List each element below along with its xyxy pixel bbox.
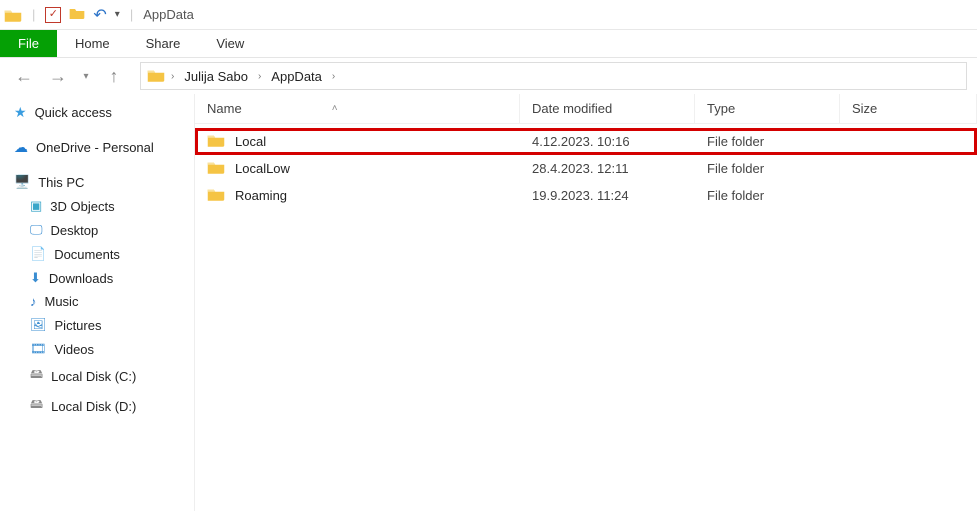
column-header-date-modified[interactable]: Date modified <box>520 94 695 123</box>
breadcrumb-label: Julija Sabo <box>184 69 248 84</box>
file-date: 19.9.2023. 11:24 <box>520 188 695 203</box>
file-name: LocalLow <box>235 161 290 176</box>
file-type: File folder <box>695 134 840 149</box>
address-bar[interactable]: › Julija Sabo › AppData › <box>140 62 967 90</box>
sidebar-item-label: Desktop <box>51 223 99 238</box>
sidebar-item-videos[interactable]: 🎞 Videos <box>0 337 194 361</box>
music-icon: ♪ <box>30 294 37 309</box>
chevron-down-icon: ▾ <box>83 71 88 82</box>
folder-icon <box>4 6 22 24</box>
sidebar-item-this-pc[interactable]: 🖥️ This PC <box>0 170 194 194</box>
arrow-left-icon: ← <box>15 66 33 87</box>
title-bar: | ✓ ↶ ▾ | AppData <box>0 0 977 30</box>
chevron-right-icon: › <box>332 71 335 82</box>
sidebar-item-downloads[interactable]: ⬇ Downloads <box>0 266 194 290</box>
column-label: Size <box>852 101 877 116</box>
cube-icon: ▣ <box>30 198 42 214</box>
column-label: Type <box>707 101 735 116</box>
picture-icon: 🖼 <box>30 317 47 333</box>
folder-icon <box>207 160 225 177</box>
tab-view[interactable]: View <box>198 30 262 57</box>
star-icon: ★ <box>14 104 27 121</box>
sidebar-item-label: OneDrive - Personal <box>36 140 154 155</box>
nav-row: ← → ▾ ↑ › Julija Sabo › AppData › <box>0 58 977 94</box>
download-icon: ⬇ <box>30 270 41 286</box>
qat-dropdown-icon[interactable]: ▾ <box>115 9 120 20</box>
sidebar-item-label: Local Disk (C:) <box>51 369 136 384</box>
sidebar-item-label: Local Disk (D:) <box>51 399 136 414</box>
pc-icon: 🖥️ <box>14 174 30 190</box>
sidebar-item-label: 3D Objects <box>50 199 114 214</box>
sort-indicator-icon: ˄ <box>332 103 338 114</box>
file-date: 4.12.2023. 10:16 <box>520 134 695 149</box>
file-row[interactable]: Roaming 19.9.2023. 11:24File folder <box>195 182 977 209</box>
column-headers: Name ˄ Date modified Type Size <box>195 94 977 124</box>
tab-share[interactable]: Share <box>128 30 199 57</box>
file-type: File folder <box>695 161 840 176</box>
main-area: ★ Quick access ☁ OneDrive - Personal 🖥️ … <box>0 94 977 511</box>
cloud-icon: ☁ <box>14 139 28 156</box>
sidebar-item-quick-access[interactable]: ★ Quick access <box>0 100 194 125</box>
quick-access-toolbar: | ✓ ↶ ▾ | <box>4 5 135 25</box>
folder-icon <box>207 187 225 204</box>
folder-icon <box>207 133 225 150</box>
sidebar-item-label: Documents <box>54 247 120 262</box>
sidebar-item-label: This PC <box>38 175 84 190</box>
file-row[interactable]: LocalLow 28.4.2023. 12:11File folder <box>195 155 977 182</box>
document-icon: 📄 <box>30 246 46 262</box>
column-label: Name <box>207 101 242 116</box>
up-button[interactable]: ↑ <box>100 62 128 90</box>
breadcrumb-item[interactable]: Julija Sabo <box>180 69 252 84</box>
sidebar-item-label: Quick access <box>35 105 112 120</box>
recent-locations-button[interactable]: ▾ <box>78 62 94 90</box>
forward-button[interactable]: → <box>44 62 72 90</box>
window-title: AppData <box>143 7 194 22</box>
chevron-right-icon: › <box>171 71 174 82</box>
column-label: Date modified <box>532 101 612 116</box>
video-icon: 🎞 <box>30 341 47 357</box>
column-header-size[interactable]: Size <box>840 94 977 123</box>
sidebar-item-onedrive[interactable]: ☁ OneDrive - Personal <box>0 135 194 160</box>
arrow-right-icon: → <box>49 66 67 87</box>
separator: | <box>130 7 133 22</box>
sidebar-item-music[interactable]: ♪ Music <box>0 290 194 313</box>
desktop-icon: 🖵 <box>30 222 43 238</box>
column-header-name[interactable]: Name ˄ <box>195 94 520 123</box>
column-header-type[interactable]: Type <box>695 94 840 123</box>
file-type: File folder <box>695 188 840 203</box>
tab-home[interactable]: Home <box>57 30 128 57</box>
separator: | <box>32 7 35 22</box>
sidebar-item-label: Music <box>45 294 79 309</box>
content-pane: Name ˄ Date modified Type Size Local 4.12… <box>195 94 977 511</box>
back-button[interactable]: ← <box>10 62 38 90</box>
sidebar-item-desktop[interactable]: 🖵 Desktop <box>0 218 194 242</box>
properties-icon[interactable]: ✓ <box>45 7 61 23</box>
arrow-up-icon: ↑ <box>110 66 119 87</box>
sidebar-item-documents[interactable]: 📄 Documents <box>0 242 194 266</box>
nav-sidebar: ★ Quick access ☁ OneDrive - Personal 🖥️ … <box>0 94 195 511</box>
sidebar-item-local-disk-d[interactable]: 🖴 Local Disk (D:) <box>0 391 194 421</box>
file-name: Local <box>235 134 266 149</box>
ribbon-tabs: File Home Share View <box>0 30 977 58</box>
disk-icon: 🖴 <box>30 365 43 387</box>
sidebar-item-label: Downloads <box>49 271 113 286</box>
breadcrumb-item[interactable]: AppData <box>267 69 326 84</box>
file-date: 28.4.2023. 12:11 <box>520 161 695 176</box>
undo-icon[interactable]: ↶ <box>93 5 106 25</box>
folder-icon <box>147 68 165 85</box>
sidebar-item-3d-objects[interactable]: ▣ 3D Objects <box>0 194 194 218</box>
chevron-right-icon: › <box>258 71 261 82</box>
sidebar-item-local-disk-c[interactable]: 🖴 Local Disk (C:) <box>0 361 194 391</box>
sidebar-item-label: Pictures <box>55 318 102 333</box>
sidebar-item-label: Videos <box>55 342 95 357</box>
breadcrumb-label: AppData <box>271 69 322 84</box>
file-name: Roaming <box>235 188 287 203</box>
folder-icon-small[interactable] <box>69 6 85 23</box>
file-row[interactable]: Local 4.12.2023. 10:16File folder <box>195 128 977 155</box>
disk-icon: 🖴 <box>30 395 43 417</box>
sidebar-item-pictures[interactable]: 🖼 Pictures <box>0 313 194 337</box>
file-list: Local4.12.2023. 10:16File folderLocalLow… <box>195 124 977 209</box>
tab-file[interactable]: File <box>0 30 57 57</box>
